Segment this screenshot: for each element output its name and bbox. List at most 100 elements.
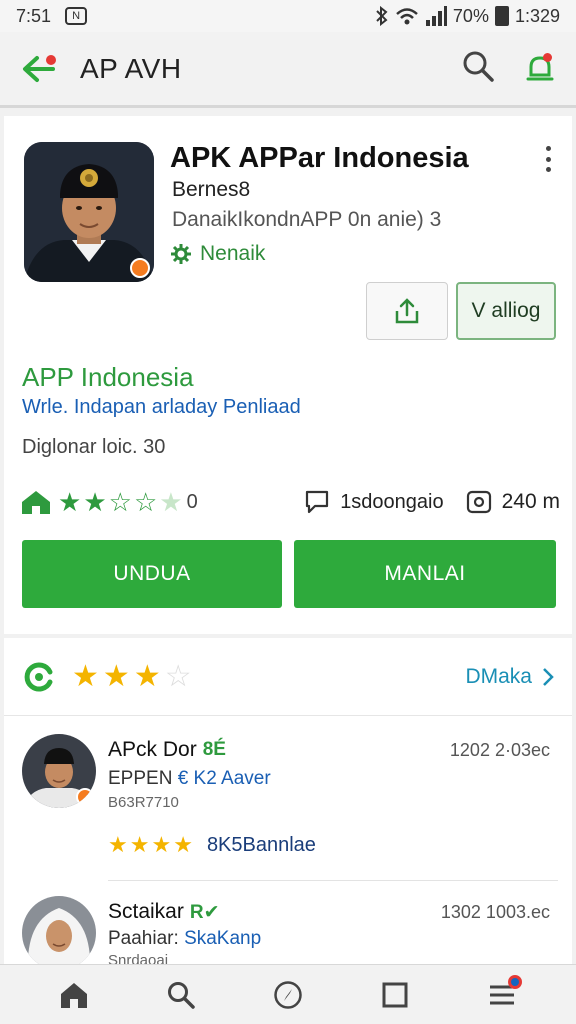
review-date: 1302 1003.ec xyxy=(440,902,550,922)
more-vert-icon[interactable] xyxy=(538,144,558,174)
status-right-time: 1:329 xyxy=(514,5,560,26)
battery-icon xyxy=(494,6,509,26)
rating-star-5: ★ xyxy=(159,487,183,517)
menu-badge xyxy=(508,974,523,989)
review-star-2: ★ xyxy=(129,832,150,857)
nav-search[interactable] xyxy=(159,973,203,1017)
rating-star-1: ★ xyxy=(58,487,82,517)
avatar[interactable] xyxy=(22,734,96,808)
status-time: 7:51 xyxy=(16,5,52,26)
review-divider xyxy=(108,880,558,881)
nav-home[interactable] xyxy=(52,973,96,1017)
app-rating-stars: ★ ★ ☆ ☆ ★ xyxy=(58,489,183,515)
wishlist-button[interactable]: V alliog xyxy=(456,282,556,340)
reviewer-tag: R✔ xyxy=(189,901,220,923)
more-reviews-label: DMaka xyxy=(465,664,532,688)
app-tagline: Wrle. Indapan arladay Penliaad xyxy=(22,396,301,418)
review-stars-label: 8K5Bannlae xyxy=(206,833,316,856)
reviewer-name: Sctaikar R✔ xyxy=(108,900,220,924)
size-label: 240 m xyxy=(501,490,560,513)
avg-star-1: ★ xyxy=(72,659,99,693)
review-stars: ★ ★ ★ ★ 8K5Bannlae xyxy=(108,832,316,858)
search-icon xyxy=(463,51,494,82)
avatar[interactable] xyxy=(22,896,96,964)
nav-menu[interactable] xyxy=(480,973,524,1017)
review-meta: Snrdaoai xyxy=(108,952,169,964)
back-button[interactable] xyxy=(18,49,58,89)
app-meta: Diglonar loic. 30 xyxy=(22,436,166,458)
app-name: APK APPar Indonesia xyxy=(170,142,469,174)
search-button[interactable] xyxy=(462,50,494,87)
reviews-header: ★ ★ ★ ☆ DMaka xyxy=(4,638,572,716)
battery-percent: 70% xyxy=(452,5,489,26)
share-button[interactable] xyxy=(366,282,448,340)
review-line-prefix: Paahiar: xyxy=(108,928,179,949)
back-badge xyxy=(46,54,56,65)
home-rating-icon xyxy=(22,491,50,514)
reviews-section: ★ ★ ★ ☆ DMaka APck Dor 8É 1202 2·03ec EP… xyxy=(4,638,572,964)
app-bar: AP AVH xyxy=(0,32,576,108)
share-icon xyxy=(395,298,419,324)
square-icon xyxy=(382,982,408,1007)
page-title: AP AVH xyxy=(80,52,182,84)
wifi-icon xyxy=(396,8,418,25)
reviews-label: 1sdoongaio xyxy=(340,490,444,513)
signal-icon xyxy=(425,6,447,26)
review-line: Paahiar: SkaKanp xyxy=(108,928,261,950)
reviewer-name-text: Sctaikar xyxy=(108,900,184,923)
more-reviews-link[interactable]: DMaka xyxy=(465,665,554,689)
verified-badge: Nenaik xyxy=(170,242,265,266)
refresh-logo-icon xyxy=(24,662,53,691)
review-date: 1202 2·03ec xyxy=(449,740,550,760)
app-icon[interactable] xyxy=(24,142,154,282)
review-line-highlight: € K2 Aaver xyxy=(177,768,271,789)
nav-apps[interactable] xyxy=(373,973,417,1017)
notifications-button[interactable] xyxy=(522,51,558,87)
rating-row: ★ ★ ☆ ☆ ★ 0 1sdoongaio 240 m xyxy=(20,488,560,516)
verified-label: Nenaik xyxy=(200,242,266,265)
reviewer-tag: 8É xyxy=(202,739,226,760)
app-icon-badge xyxy=(130,258,150,278)
bottom-navigation xyxy=(0,964,576,1024)
search-icon xyxy=(167,981,195,1009)
reviewer-avatar-icon xyxy=(22,896,96,964)
status-right: 70% 1:329 xyxy=(375,6,560,27)
manual-button[interactable]: MANLAI xyxy=(294,540,556,608)
app-detail-card: APK APPar Indonesia Bernes8 DanaikIkondn… xyxy=(4,116,572,634)
avatar-badge xyxy=(76,788,94,806)
download-size: 240 m xyxy=(466,489,560,515)
app-bar-actions xyxy=(462,50,558,87)
rating-star-4: ☆ xyxy=(133,487,158,517)
home-icon xyxy=(60,982,87,1008)
reviewer-name: APck Dor 8É xyxy=(108,738,226,762)
compass-icon xyxy=(274,980,302,1009)
developer-name[interactable]: Bernes8 xyxy=(172,178,250,202)
notification-badge xyxy=(543,52,552,62)
review-meta: B63R7710 xyxy=(108,794,179,811)
review-star-4: ★ xyxy=(173,832,193,857)
section-title: APP Indonesia xyxy=(22,362,194,392)
review-star-3: ★ xyxy=(151,832,172,857)
bluetooth-icon xyxy=(376,6,388,26)
avg-star-3: ★ xyxy=(133,659,161,693)
install-button[interactable]: UNDUA xyxy=(22,540,282,608)
reviews-count[interactable]: 1sdoongaio xyxy=(304,489,444,515)
rating-count: 0 xyxy=(186,490,198,513)
rating-star-3: ☆ xyxy=(108,487,132,517)
storage-icon xyxy=(466,490,491,514)
review-line-highlight: SkaKanp xyxy=(184,928,262,949)
reviewer-name-text: APck Dor xyxy=(108,738,197,761)
review-line: EPPEN € K2 Aaver xyxy=(108,768,271,790)
review-line-prefix: EPPEN xyxy=(108,768,173,789)
chevron-right-icon xyxy=(543,667,554,686)
avg-star-4: ☆ xyxy=(164,659,192,693)
app-subtitle: DanaikIkondnAPP 0n anie) 3 xyxy=(172,208,442,231)
notification-indicator-icon: N xyxy=(65,7,88,25)
rating-star-2: ★ xyxy=(83,487,107,517)
nav-explore[interactable] xyxy=(266,973,310,1017)
gear-badge-icon xyxy=(171,244,191,264)
avg-star-2: ★ xyxy=(102,659,130,693)
review-star-1: ★ xyxy=(108,832,128,857)
comment-icon xyxy=(306,490,329,514)
average-rating-stars: ★ ★ ★ ☆ xyxy=(72,659,192,693)
